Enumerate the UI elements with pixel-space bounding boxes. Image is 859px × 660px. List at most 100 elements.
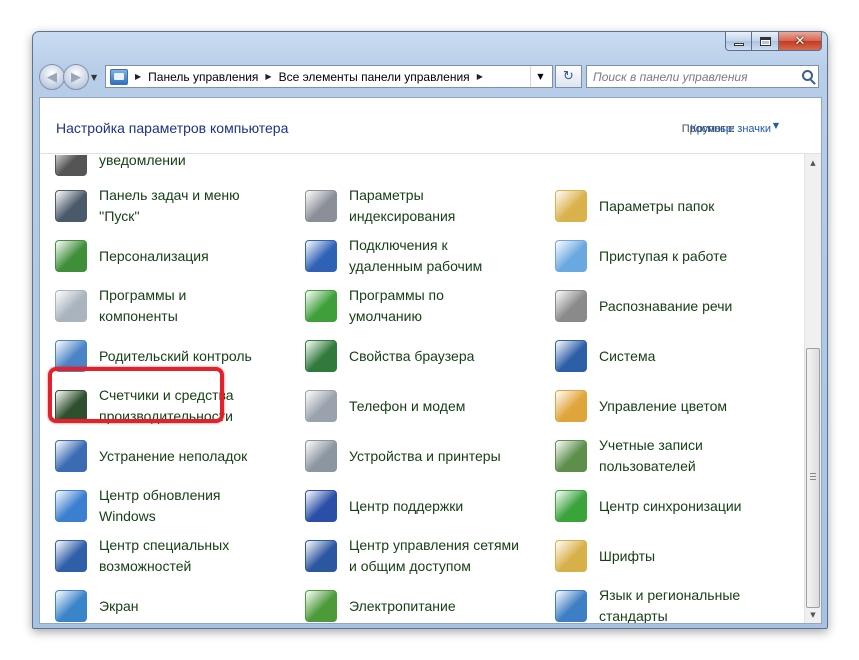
programs-features-icon bbox=[55, 290, 87, 322]
refresh-button[interactable]: ↻ bbox=[555, 65, 582, 88]
item-label[interactable]: Управление цветом bbox=[599, 396, 727, 417]
back-arrow-icon: ◀ bbox=[47, 69, 57, 85]
control-panel-item[interactable]: Приступая к работе bbox=[555, 233, 795, 279]
control-panel-item[interactable]: Распознавание речи bbox=[555, 283, 795, 329]
user-accounts-icon bbox=[555, 440, 587, 472]
breadcrumb-all-items[interactable]: Все элементы панели управления bbox=[279, 70, 470, 84]
page-title: Настройка параметров компьютера bbox=[56, 120, 289, 136]
system-icon bbox=[555, 340, 587, 372]
item-label[interactable]: Панель задач и меню ''Пуск'' bbox=[99, 185, 240, 227]
control-panel-item[interactable]: Центр специальных возможностей bbox=[55, 533, 295, 579]
ease-of-access-icon bbox=[55, 540, 87, 572]
control-panel-icon bbox=[110, 68, 128, 85]
control-panel-item[interactable]: Устранение неполадок bbox=[55, 433, 295, 479]
item-label[interactable]: Язык и региональные стандарты bbox=[599, 585, 740, 623]
control-panel-item[interactable]: Программы и компоненты bbox=[55, 283, 295, 329]
item-label[interactable]: Подключения к удаленным рабочим bbox=[349, 235, 482, 277]
control-panel-item[interactable]: Центр обновления Windows bbox=[55, 483, 295, 529]
scroll-down-icon[interactable]: ▼ bbox=[805, 606, 821, 623]
item-label[interactable]: Система bbox=[599, 346, 655, 367]
control-panel-item[interactable]: Язык и региональные стандарты bbox=[555, 583, 795, 623]
control-panel-item[interactable]: Персонализация bbox=[55, 233, 295, 279]
scroll-up-icon[interactable]: ▲ bbox=[805, 154, 821, 171]
search-input[interactable] bbox=[587, 66, 787, 87]
forward-button[interactable]: ▶ bbox=[63, 64, 89, 90]
content-pane: Настройка параметров компьютера Просмотр… bbox=[39, 97, 822, 624]
minimize-icon bbox=[733, 43, 744, 46]
color-management-icon bbox=[555, 390, 587, 422]
control-panel-item[interactable]: Устройства и принтеры bbox=[305, 433, 545, 479]
view-by-dropdown[interactable]: Крупные значки bbox=[690, 123, 771, 135]
control-panel-item[interactable]: Шрифты bbox=[555, 533, 795, 579]
recent-pages-dropdown[interactable]: ▼ bbox=[91, 73, 97, 82]
microphone-icon bbox=[555, 290, 587, 322]
control-panel-item[interactable]: Электропитание bbox=[305, 583, 545, 623]
control-panel-item[interactable]: Телефон и модем bbox=[305, 383, 545, 429]
breadcrumb-control-panel[interactable]: Панель управления bbox=[148, 70, 258, 84]
sync-center-icon bbox=[555, 490, 587, 522]
content-header: Настройка параметров компьютера Просмотр… bbox=[40, 98, 821, 154]
item-label[interactable]: Устройства и принтеры bbox=[349, 446, 501, 467]
getting-started-icon bbox=[555, 240, 587, 272]
item-label[interactable]: Параметры папок bbox=[599, 196, 714, 217]
control-panel-item[interactable]: Программы по умолчанию bbox=[305, 283, 545, 329]
item-label[interactable]: Центр специальных возможностей bbox=[99, 535, 229, 577]
item-label[interactable]: Устранение неполадок bbox=[99, 446, 247, 467]
breadcrumb-separator-icon[interactable]: ▶ bbox=[265, 72, 271, 81]
item-label[interactable]: Параметры индексирования bbox=[349, 185, 455, 227]
navigation-bar: ◀ ▶ ▼ ▶ Панель управления ▶ Все элементы… bbox=[39, 62, 821, 92]
control-panel-item[interactable]: Учетные записи пользователей bbox=[555, 433, 795, 479]
refresh-icon: ↻ bbox=[563, 69, 574, 84]
display-icon bbox=[55, 590, 87, 622]
highlight-annotation bbox=[48, 367, 224, 423]
item-label[interactable]: Распознавание речи bbox=[599, 296, 732, 317]
items-grid: уведомлении Панель задач и меню ''Пуск'' П… bbox=[40, 155, 804, 623]
caption-buttons: ✕ bbox=[725, 32, 822, 51]
control-panel-item[interactable]: Подключения к удаленным рабочим bbox=[305, 233, 545, 279]
control-panel-item[interactable]: Центр управления сетями и общим доступом bbox=[305, 533, 545, 579]
item-label[interactable]: Программы и компоненты bbox=[99, 285, 186, 327]
item-label[interactable]: Экран bbox=[99, 596, 139, 617]
scrollbar-thumb[interactable] bbox=[806, 348, 820, 608]
control-panel-item[interactable]: Параметры индексирования bbox=[305, 183, 545, 229]
breadcrumb-separator-icon[interactable]: ▶ bbox=[135, 72, 141, 81]
address-bar[interactable]: ▶ Панель управления ▶ Все элементы панел… bbox=[105, 65, 553, 88]
control-panel-item[interactable]: Экран bbox=[55, 583, 295, 623]
troubleshooting-icon bbox=[55, 440, 87, 472]
vertical-scrollbar[interactable]: ▲ ▼ bbox=[804, 154, 821, 623]
item-label[interactable]: Приступая к работе bbox=[599, 246, 727, 267]
item-label[interactable]: Учетные записи пользователей bbox=[599, 435, 703, 477]
item-label[interactable]: Центр управления сетями и общим доступом bbox=[349, 535, 519, 577]
action-center-flag-icon bbox=[305, 490, 337, 522]
back-button[interactable]: ◀ bbox=[39, 64, 65, 90]
address-dropdown-button[interactable]: ▼ bbox=[530, 66, 550, 87]
item-label[interactable]: Центр поддержки bbox=[349, 496, 463, 517]
control-panel-item[interactable]: Свойства браузера bbox=[305, 333, 545, 379]
item-label[interactable]: Персонализация bbox=[99, 246, 209, 267]
internet-options-icon bbox=[305, 340, 337, 372]
maximize-button[interactable] bbox=[752, 32, 779, 51]
chevron-down-icon[interactable]: ▼ bbox=[773, 121, 779, 130]
item-label[interactable]: Центр обновления Windows bbox=[99, 485, 221, 527]
item-label[interactable]: Программы по умолчанию bbox=[349, 285, 444, 327]
close-button[interactable]: ✕ bbox=[779, 32, 822, 51]
control-panel-item[interactable]: Система bbox=[555, 333, 795, 379]
control-panel-item[interactable]: Управление цветом bbox=[555, 383, 795, 429]
control-panel-item[interactable]: Панель задач и меню ''Пуск'' bbox=[55, 183, 295, 229]
control-panel-item[interactable]: Центр синхронизации bbox=[555, 483, 795, 529]
item-label[interactable]: Свойства браузера bbox=[349, 346, 474, 367]
folder-options-icon bbox=[555, 190, 587, 222]
control-panel-item[interactable]: Параметры папок bbox=[555, 183, 795, 229]
control-panel-item[interactable]: уведомлении bbox=[55, 155, 295, 183]
search-box[interactable] bbox=[586, 65, 819, 88]
item-label[interactable]: Телефон и модем bbox=[349, 396, 465, 417]
breadcrumb-separator-icon[interactable]: ▶ bbox=[477, 72, 483, 81]
item-label[interactable]: уведомлении bbox=[99, 155, 186, 171]
minimize-button[interactable] bbox=[725, 32, 752, 51]
item-label[interactable]: Центр синхронизации bbox=[599, 496, 742, 517]
item-label[interactable]: Родительский контроль bbox=[99, 346, 252, 367]
search-icon[interactable] bbox=[802, 70, 813, 81]
control-panel-item[interactable]: Центр поддержки bbox=[305, 483, 545, 529]
item-label[interactable]: Шрифты bbox=[599, 546, 655, 567]
item-label[interactable]: Электропитание bbox=[349, 596, 456, 617]
